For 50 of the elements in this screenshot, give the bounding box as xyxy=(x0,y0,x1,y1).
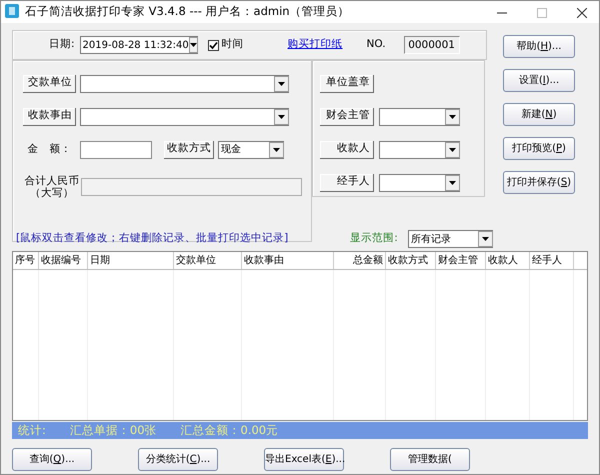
side-button[interactable]: 新建(N) xyxy=(503,103,575,126)
field-label-button[interactable]: 交款单位 xyxy=(23,74,76,92)
payment-method-button[interactable]: 收款方式 xyxy=(164,140,214,158)
column-header[interactable]: 日期 xyxy=(88,252,174,269)
column-header[interactable]: 总金额 xyxy=(334,252,386,269)
app-icon xyxy=(5,4,19,20)
side-button[interactable]: 打印并保存(S) xyxy=(503,171,575,194)
column-header[interactable]: 收据编号 xyxy=(39,252,88,269)
buy-paper-link[interactable]: 购买打印纸 xyxy=(288,37,343,53)
status-text: 统计: xyxy=(18,422,46,439)
number-label: NO. xyxy=(366,37,386,52)
field-label-button[interactable]: 收款事由 xyxy=(23,108,76,126)
bottom-button[interactable]: 分类统计(C)... xyxy=(138,448,218,471)
total-label: 合计人民币 （大写） xyxy=(24,174,80,198)
amount-field[interactable] xyxy=(80,140,152,158)
column-header[interactable]: 交款单位 xyxy=(174,252,242,269)
range-label: 显示范围: xyxy=(350,231,398,246)
bottom-button[interactable]: 查询(Q)... xyxy=(12,448,92,471)
date-label: 日期: xyxy=(49,37,75,52)
receipt-number-field: 0000001 xyxy=(404,36,460,54)
status-text: 汇总金额：0.00元 xyxy=(180,422,278,439)
field-label-button[interactable]: 收款人 xyxy=(320,140,374,158)
side-button[interactable]: 设置(I)... xyxy=(503,69,575,92)
column-header[interactable]: 收款事由 xyxy=(242,252,334,269)
date-picker[interactable]: 2019-08-28 11:32:40 xyxy=(80,36,198,54)
column-header[interactable]: 序号 xyxy=(13,252,39,269)
dropdown[interactable] xyxy=(379,140,460,158)
side-button[interactable]: 打印预览(P) xyxy=(503,137,575,160)
time-label: 时间 xyxy=(222,37,244,52)
window-title: 石子简洁收据打印专家 V3.4.8 --- 用户名：admin（管理员） xyxy=(25,3,351,20)
bottom-button[interactable]: 导出Excel表(E)... xyxy=(264,448,344,471)
column-header[interactable]: 收款人 xyxy=(486,252,530,269)
bottom-button[interactable]: 管理数据( xyxy=(390,448,470,471)
dropdown[interactable] xyxy=(379,174,460,192)
dropdown[interactable] xyxy=(379,108,460,126)
range-dropdown[interactable]: 所有记录 xyxy=(408,230,493,248)
field-label-button[interactable]: 财会主管 xyxy=(320,108,374,126)
time-checkbox[interactable] xyxy=(208,40,219,50)
status-text: 汇总单据：00张 xyxy=(70,422,157,439)
column-header[interactable]: 财会主管 xyxy=(436,252,486,269)
field-label-button[interactable]: 经手人 xyxy=(320,174,374,192)
dropdown[interactable] xyxy=(80,74,289,92)
amount-label: 金 额： xyxy=(26,142,72,157)
hint-text: [鼠标双击查看修改；右键删除记录、批量打印选中记录] xyxy=(16,231,288,246)
column-header[interactable]: 收款方式 xyxy=(386,252,436,269)
payment-method-dropdown[interactable]: 现金 xyxy=(218,140,284,158)
dropdown[interactable] xyxy=(80,108,289,126)
column-header[interactable]: 经手人 xyxy=(530,252,574,269)
side-button[interactable]: 帮助(H)... xyxy=(503,35,575,58)
seal-button[interactable]: 单位盖章 xyxy=(320,74,374,92)
